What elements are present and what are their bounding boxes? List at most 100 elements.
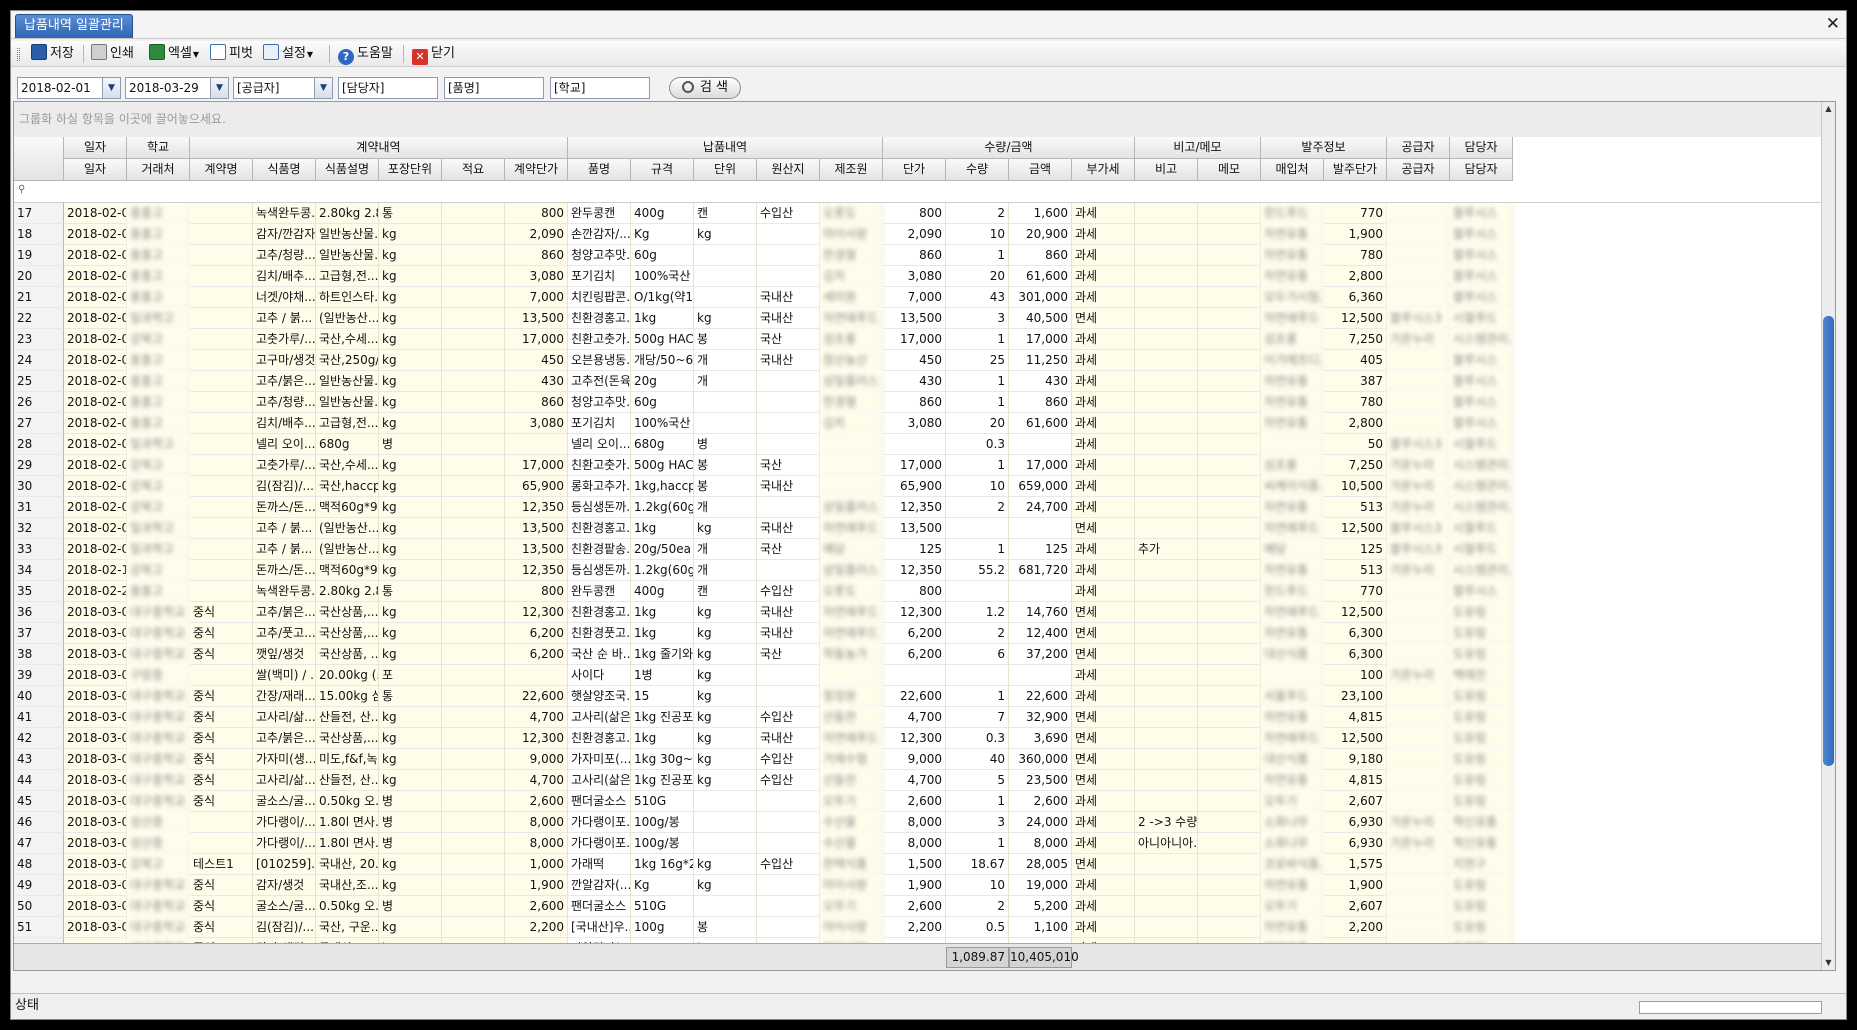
cell-qty[interactable]: 25 [946,350,1009,371]
cell-oprice[interactable]: 12,500 [1324,308,1387,329]
cell-memo1[interactable] [442,875,505,896]
cell-pack[interactable]: 통 [379,581,442,602]
cell-vat[interactable]: 면세 [1072,308,1135,329]
cell-cprice[interactable]: 4,700 [505,707,568,728]
cell-cprice[interactable]: 13,500 [505,539,568,560]
cell-sup[interactable] [1387,644,1450,665]
cell-date[interactable]: 2018-03-04 [64,665,127,686]
cell-vat[interactable]: 면세 [1072,518,1135,539]
cell-qty[interactable]: 3 [946,812,1009,833]
cell-pack[interactable]: kg [379,770,442,791]
cell-school[interactable]: 용흥고 [127,266,190,287]
column-header[interactable]: 품명 [568,159,631,181]
cell-origin[interactable] [757,392,820,413]
cell-school[interactable]: 성산중 [127,812,190,833]
table-row[interactable]: 202018-02-07용흥고김치/배추...고급형,전...kg3,080포기… [14,266,1822,287]
band-header[interactable]: 비고/메모 [1135,137,1261,159]
cell-vat[interactable]: 면세 [1072,623,1135,644]
cell-fdesc[interactable]: 0.50kg 오... [316,791,379,812]
cell-note[interactable] [1135,560,1198,581]
cell-memo[interactable] [1198,308,1261,329]
grid-filter-row[interactable]: ⚲ [14,181,1822,203]
cell-amt[interactable]: 301,000 [1009,287,1072,308]
cell-memo[interactable] [1198,812,1261,833]
table-row[interactable]: 232018-02-08강북고고춧가루/...국산,수세...kg17,000친… [14,329,1822,350]
cell-maker[interactable]: 자연애푸드 [820,518,883,539]
cell-origin[interactable] [757,224,820,245]
cell-note[interactable] [1135,476,1198,497]
cell-unit[interactable] [694,245,757,266]
cell-school[interactable]: 대구중학교 [127,917,190,938]
cell-amt[interactable]: 24,700 [1009,497,1072,518]
cell-item[interactable]: 가자미포(... [568,749,631,770]
cell-qty[interactable]: 20 [946,266,1009,287]
cell-oprice[interactable]: 12,500 [1324,518,1387,539]
cell-maker[interactable] [820,665,883,686]
cell-fdesc[interactable]: 국산, 구운... [316,917,379,938]
cell-oprice[interactable]: 2,800 [1324,266,1387,287]
cell-maker[interactable] [820,434,883,455]
cell-buyer[interactable]: 자연유통 [1261,917,1324,938]
cell-amt[interactable] [1009,434,1072,455]
cell-note[interactable] [1135,623,1198,644]
cell-item[interactable]: 치킨링팝콘... [568,287,631,308]
cell-pack[interactable]: kg [379,875,442,896]
cell-spec[interactable]: 1kg 진공포... [631,770,694,791]
cell-date[interactable]: 2018-02-08 [64,350,127,371]
cell-memo1[interactable] [442,686,505,707]
cell-note[interactable] [1135,434,1198,455]
cell-school[interactable]: 일과학고 [127,539,190,560]
cell-school[interactable]: 용흥고 [127,224,190,245]
cell-mgr[interactable]: 도유림 [1450,896,1513,917]
cell-amt[interactable]: 19,000 [1009,875,1072,896]
column-header[interactable]: 식품명 [253,159,316,181]
column-header[interactable]: 규격 [631,159,694,181]
table-row[interactable]: 332018-02-09일과학고 고추 / 붉...(일반농산...kg 13,50… [14,539,1822,560]
table-row[interactable]: 342018-02-12강북고 돈까스/돈...맥적60g*9...kg 12,35… [14,560,1822,581]
cell-item[interactable]: 롱화고추가... [568,476,631,497]
table-row[interactable]: 392018-03-04구암중 쌀(백미) / ...20.00kg (...포 사… [14,665,1822,686]
cell-cprice[interactable]: 2,600 [505,791,568,812]
cell-fdesc[interactable]: 1.80l 면사... [316,812,379,833]
cell-pack[interactable]: 병 [379,791,442,812]
cell-memo1[interactable] [442,602,505,623]
cell-origin[interactable]: 국산 [757,455,820,476]
cell-origin[interactable] [757,665,820,686]
column-header[interactable]: 비고 [1135,159,1198,181]
table-row[interactable]: 362018-03-01대구중학교중식고추/붉은...국산상품,...kg12,… [14,602,1822,623]
chevron-down-icon[interactable]: ▼ [102,78,120,98]
cell-memo1[interactable] [442,812,505,833]
cell-mgr[interactable]: 도유림 [1450,791,1513,812]
cell-memo1[interactable] [442,623,505,644]
cell-origin[interactable] [757,833,820,854]
cell-oprice[interactable]: 1,900 [1324,224,1387,245]
cell-unit[interactable]: kg [694,518,757,539]
band-header[interactable]: 학교 [127,137,190,159]
cell-qty[interactable]: 10 [946,476,1009,497]
cell-buyer[interactable]: 소화나무 [1261,833,1324,854]
cell-price[interactable]: 12,300 [883,602,946,623]
cell-food[interactable]: 고구마/생것 [253,350,316,371]
cell-cname[interactable] [190,455,253,476]
column-header[interactable]: 단위 [694,159,757,181]
cell-mgr[interactable]: 도유림 [1450,707,1513,728]
date-from-field[interactable]: 2018-02-01 ▼ [17,77,121,99]
cell-unit[interactable]: 병 [694,434,757,455]
table-row[interactable]: 172018-02-06용흥고 녹색완두콩...2.80kg 2.8...통 800… [14,203,1822,224]
cell-amt[interactable]: 28,005 [1009,854,1072,875]
cell-memo1[interactable] [442,455,505,476]
cell-price[interactable]: 2,600 [883,896,946,917]
excel-button[interactable]: 엑셀▼ [147,44,201,64]
cell-oprice[interactable]: 7,250 [1324,455,1387,476]
cell-maker[interactable]: 착들농가 [820,644,883,665]
cell-cprice[interactable]: 65,900 [505,476,568,497]
cell-sup[interactable] [1387,791,1450,812]
cell-pack[interactable]: kg [379,497,442,518]
cell-fdesc[interactable]: 일반농산물... [316,392,379,413]
cell-spec[interactable]: 100g/봉 [631,833,694,854]
cell-price[interactable]: 17,000 [883,455,946,476]
cell-buyer[interactable]: 자연애푸드 [1261,602,1324,623]
cell-memo[interactable] [1198,770,1261,791]
cell-note[interactable] [1135,602,1198,623]
column-header[interactable]: 공급자 [1387,159,1450,181]
